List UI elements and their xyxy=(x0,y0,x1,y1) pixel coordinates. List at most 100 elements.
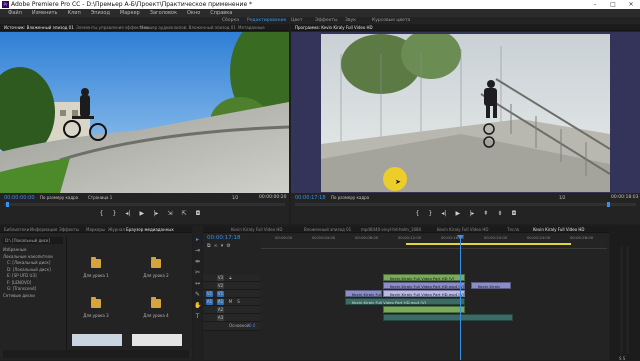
ripple-edit-icon[interactable]: ⇹ xyxy=(194,256,201,267)
workspace-color-courses[interactable]: Курсовые цвета xyxy=(372,17,410,24)
play-icon[interactable]: ▶ xyxy=(456,210,461,220)
selection-tool-icon[interactable]: ▸ xyxy=(194,234,201,245)
clip-v1-b[interactable]: Kevin Kiraly Full Video Part HD.mp4 [V] xyxy=(383,290,465,297)
work-area-bar[interactable] xyxy=(406,243,571,245)
hand-icon[interactable]: ✋ xyxy=(194,300,201,311)
clip-a3[interactable] xyxy=(383,314,513,321)
workspace-audio[interactable]: Звук xyxy=(345,17,356,24)
step-back-icon[interactable]: ◂| xyxy=(441,210,446,220)
tab-sequence-2[interactable]: Вложенный эпизод 01 xyxy=(304,226,351,233)
step-forward-icon[interactable]: |▸ xyxy=(469,210,474,220)
program-timecode-left[interactable]: 00:00:17:18 xyxy=(295,195,326,201)
master-volume[interactable]: 0.0 xyxy=(249,323,255,328)
mute-label[interactable]: M xyxy=(227,299,234,305)
workspace-editing[interactable]: Редактирование xyxy=(247,17,286,24)
source-timeline-strip[interactable] xyxy=(4,203,285,206)
menu-clip[interactable]: Клип xyxy=(62,9,85,17)
track-select-icon[interactable]: ⇥ xyxy=(194,245,201,256)
tab-media-browser[interactable]: Браузер медиаданных xyxy=(126,226,174,233)
clip-v3-title[interactable]: Kevin Kiraly Full Video Part HD [V] xyxy=(383,274,465,281)
tab-effects[interactable]: Эффекты xyxy=(59,226,79,233)
linked-selection-icon[interactable]: ∞ xyxy=(214,243,221,249)
timeline-ruler[interactable]: 00:00:00 00:00:04:00 00:00:08:00 00:00:1… xyxy=(261,235,607,249)
camera-icon[interactable]: ◘ xyxy=(512,210,517,220)
timeline-timecode[interactable]: 00:00:17:18 xyxy=(207,235,241,241)
type-icon[interactable]: T xyxy=(194,311,201,322)
mark-out-icon[interactable]: } xyxy=(112,210,116,220)
track-toggle-v1[interactable]: V1 xyxy=(217,291,224,297)
source-patch-a1[interactable]: A1 xyxy=(206,299,213,305)
tab-sequence-5[interactable]: Тесла xyxy=(507,226,519,233)
menu-title[interactable]: Заголовок xyxy=(145,9,182,17)
source-fit-select[interactable]: По размеру кадра xyxy=(40,195,78,201)
clip-v2-b[interactable]: Kevin Kiraly xyxy=(471,282,511,289)
workspace-assembly[interactable]: Сборка xyxy=(222,17,239,24)
razor-icon[interactable]: ✂ xyxy=(194,267,201,278)
workspace-color[interactable]: Цвет xyxy=(291,17,303,24)
program-fit-select[interactable]: По размеру кадра xyxy=(331,195,369,201)
timeline-playhead[interactable] xyxy=(460,235,461,360)
insert-icon[interactable]: ⇲ xyxy=(167,210,172,220)
tab-sequence-1[interactable]: Kevin Kiraly Full Video HD xyxy=(231,226,282,233)
menu-help[interactable]: Справка xyxy=(205,9,237,17)
drive-select[interactable]: D:\ [Локальный диск] xyxy=(3,237,63,244)
workspace-effects[interactable]: Эффекты xyxy=(315,17,338,24)
clip-v2-a[interactable]: Kevin Kiraly Full Video Part HD.mp4 [V] xyxy=(383,282,465,289)
snap-icon[interactable]: ⧉ xyxy=(207,243,214,249)
maximize-icon[interactable]: □ xyxy=(604,0,622,9)
program-timeline-strip[interactable] xyxy=(295,203,636,206)
extract-icon[interactable]: ⇟ xyxy=(498,210,503,220)
tab-sequence-6[interactable]: Kevin Kiraly Full Video HD xyxy=(533,226,584,233)
mark-in-icon[interactable]: { xyxy=(100,210,104,220)
program-playhead[interactable] xyxy=(607,202,610,207)
solo-label[interactable]: S xyxy=(235,299,242,305)
clip-a1[interactable]: Kevin Kiraly Full Video Part HD.mp4 [V] xyxy=(345,298,465,305)
tab-source[interactable]: Источник: Вложенный эпизод 01 xyxy=(4,24,74,31)
tab-info[interactable]: Информация xyxy=(30,226,57,233)
track-toggle-v3[interactable]: V3 xyxy=(217,275,224,281)
tab-metadata[interactable]: Метаданные xyxy=(238,24,265,31)
menu-edit[interactable]: Изменить xyxy=(27,9,63,17)
tree-network-drives[interactable]: Сетевые диски xyxy=(3,293,63,300)
program-scale-select[interactable]: 1/2 xyxy=(559,195,565,201)
menu-sequence[interactable]: Эпизод xyxy=(86,9,115,17)
wrench-icon[interactable]: ⚙ xyxy=(226,243,233,249)
menu-window[interactable]: Окно xyxy=(182,9,205,17)
tab-history[interactable]: Журнал xyxy=(108,226,125,233)
overwrite-icon[interactable]: ⇱ xyxy=(182,210,187,220)
source-scale-select[interactable]: 1/2 xyxy=(232,195,238,201)
camera-icon[interactable]: ◘ xyxy=(196,210,201,220)
mark-in-icon[interactable]: { xyxy=(416,210,420,220)
track-toggle-a2[interactable]: A2 xyxy=(217,307,224,313)
step-forward-icon[interactable]: |▸ xyxy=(153,210,158,220)
play-icon[interactable]: ▶ xyxy=(140,210,145,220)
track-toggle-a3[interactable]: A3 xyxy=(217,315,224,321)
tab-effect-controls[interactable]: Элементы управления эффектами xyxy=(76,24,149,31)
minimize-icon[interactable]: – xyxy=(586,0,604,9)
menu-file[interactable]: Файл xyxy=(3,9,27,17)
source-patch-v1[interactable]: V1 xyxy=(206,291,213,297)
clip-a2[interactable] xyxy=(383,306,465,313)
source-playhead[interactable] xyxy=(6,202,9,207)
lift-icon[interactable]: ⇞ xyxy=(483,210,488,220)
clip-v1-a[interactable]: Kevin Kiraly Full Video Part HD.mp4 [V] xyxy=(345,290,382,297)
tab-audio-clip-mixer[interactable]: Микшер аудиоклипов: Вложенный эпизод 01 xyxy=(140,24,236,31)
source-page-select[interactable]: Страница 1 xyxy=(88,195,112,201)
source-timecode-left[interactable]: 00:00:00:00 xyxy=(4,195,35,201)
track-toggle-v2[interactable]: V2 xyxy=(217,283,224,289)
solo-buttons[interactable]: S S xyxy=(619,356,625,361)
thumbnail-preview-2[interactable] xyxy=(132,334,182,346)
tab-program[interactable]: Программа: Kevin Kiraly Full Video HD xyxy=(295,24,373,31)
tab-sequence-4[interactable]: Kevin Kiraly Full Video HD xyxy=(437,226,488,233)
close-icon[interactable]: ✕ xyxy=(622,0,640,9)
step-back-icon[interactable]: ◂| xyxy=(125,210,130,220)
pen-icon[interactable]: ✎ xyxy=(194,289,201,300)
menu-marker[interactable]: Маркер xyxy=(115,9,145,17)
slip-icon[interactable]: ↔ xyxy=(194,278,201,289)
tab-sequence-3[interactable]: mpd8440-vinyl-hd-helm_1080 xyxy=(361,226,421,233)
track-toggle-a1[interactable]: A1 xyxy=(217,299,224,305)
thumbnail-preview-1[interactable] xyxy=(72,334,122,346)
tab-libraries[interactable]: Библиотеки xyxy=(4,226,29,233)
tab-markers[interactable]: Маркеры xyxy=(86,226,105,233)
mark-out-icon[interactable]: } xyxy=(428,210,432,220)
